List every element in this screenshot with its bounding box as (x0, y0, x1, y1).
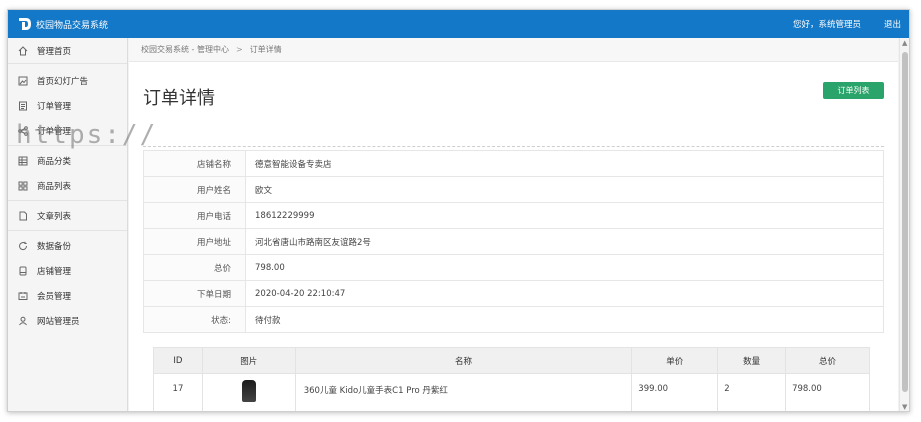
sidebar-item-articles[interactable]: 文章列表 (8, 203, 127, 228)
sidebar-item-label: 商品列表 (37, 181, 72, 192)
cell-total: 798.00 (785, 373, 870, 411)
info-label: 状态: (143, 306, 246, 333)
scroll-thumb[interactable] (902, 52, 908, 392)
sidebar-item-home[interactable]: 管理首页 (8, 38, 127, 64)
product-thumbnail[interactable] (241, 380, 256, 402)
cell-name: 360儿童 Kido儿童手表C1 Pro 丹紫红 (294, 373, 633, 411)
document-icon (19, 211, 27, 220)
breadcrumb-current: 订单详情 (249, 45, 282, 54)
refresh-icon (19, 241, 28, 250)
user-icon (19, 316, 27, 325)
column-header-name: 名称 (294, 347, 633, 374)
info-label: 用户电话 (143, 202, 246, 229)
greeting-text: 您好，系统管理员 (792, 20, 861, 30)
browser-frame: 校园物品交易系统 您好，系统管理员 退出 管理首页 首页幻灯广告 订单管理 订单… (7, 9, 910, 412)
column-header-id: ID (153, 347, 203, 374)
sidebar-item-label: 文章列表 (37, 211, 72, 222)
sidebar-divider (8, 145, 127, 146)
column-header-total: 总价 (785, 347, 870, 374)
info-row: 下单日期 2020-04-20 22:10:47 (143, 280, 884, 307)
sidebar-item-label: 网站管理员 (37, 316, 80, 327)
info-value: 待付款 (245, 306, 884, 333)
info-value: 798.00 (245, 254, 884, 281)
info-value: 2020-04-20 22:10:47 (245, 280, 884, 307)
grid-icon (18, 181, 28, 191)
member-card-icon (18, 291, 28, 300)
sidebar-item-label: 数据备份 (37, 241, 72, 252)
info-row: 店铺名称 德意智能设备专卖店 (143, 150, 884, 177)
sidebar-item-backup[interactable]: 数据备份 (8, 233, 127, 258)
order-items-table: ID 图片 名称 单价 数量 总价 17 360儿童 Kido儿童手表C1 Pr… (153, 347, 870, 411)
breadcrumb-separator: > (235, 45, 243, 54)
info-row: 总价 798.00 (143, 254, 884, 281)
table-row: 17 360儿童 Kido儿童手表C1 Pro 丹紫红 399.00 2 798… (153, 373, 870, 411)
sidebar-item-label: 管理首页 (37, 46, 72, 57)
sidebar-item-label: 店铺管理 (37, 266, 72, 277)
breadcrumb: 校园交易系统 - 管理中心 > 订单详情 (129, 38, 898, 62)
sidebar-divider (8, 230, 127, 231)
column-header-image: 图片 (201, 347, 296, 374)
info-value: 18612229999 (245, 202, 884, 229)
sidebar-item-orders[interactable]: 订单管理 (8, 93, 127, 118)
info-row: 用户姓名 欧文 (143, 176, 884, 203)
breadcrumb-root[interactable]: 校园交易系统 - 管理中心 (141, 44, 229, 55)
table-header-row: ID 图片 名称 单价 数量 总价 (153, 347, 870, 374)
order-list-button[interactable]: 订单列表 (823, 82, 884, 99)
cell-image (201, 373, 296, 411)
cell-id: 17 (153, 373, 203, 411)
sidebar-item-categories[interactable]: 商品分类 (8, 148, 127, 173)
category-icon (18, 156, 28, 165)
scroll-down-arrow-icon[interactable]: ▼ (902, 404, 907, 411)
column-header-unit-price: 单价 (631, 347, 719, 374)
sidebar-item-admins[interactable]: 网站管理员 (8, 308, 127, 333)
dashed-divider (143, 146, 884, 147)
main-content: 校园交易系统 - 管理中心 > 订单详情 订单详情 订单列表 店铺名称 德意智能… (129, 38, 898, 411)
store-icon (19, 266, 27, 275)
info-label: 用户姓名 (143, 176, 246, 203)
sidebar-item-slides[interactable]: 首页幻灯广告 (8, 68, 127, 93)
info-label: 下单日期 (143, 280, 246, 307)
info-row: 用户电话 18612229999 (143, 202, 884, 229)
sidebar-item-label: 商品分类 (37, 156, 72, 167)
info-label: 店铺名称 (143, 150, 246, 177)
logo-icon (19, 18, 31, 30)
sidebar-item-label: 订单管理 (37, 126, 72, 137)
sidebar-item-products[interactable]: 商品列表 (8, 173, 127, 198)
cell-quantity: 2 (717, 373, 787, 411)
sidebar: 管理首页 首页幻灯广告 订单管理 订单管理 商品分类 商品列表 文章列表 数据备… (8, 38, 128, 411)
sidebar-item-members[interactable]: 会员管理 (8, 283, 127, 308)
info-label: 用户地址 (143, 228, 246, 255)
home-icon (18, 45, 28, 55)
page-title: 订单详情 (143, 88, 215, 109)
column-header-quantity: 数量 (717, 347, 787, 374)
cell-unit-price: 399.00 (631, 373, 719, 411)
scroll-up-arrow-icon[interactable]: ▲ (902, 40, 907, 47)
sidebar-item-label: 订单管理 (37, 101, 72, 112)
vertical-scrollbar[interactable]: ▲ ▼ (899, 38, 909, 411)
share-icon (18, 125, 28, 136)
sidebar-item-label: 首页幻灯广告 (37, 76, 89, 87)
order-info-table: 店铺名称 德意智能设备专卖店 用户姓名 欧文 用户电话 18612229999 … (143, 150, 884, 333)
info-value: 德意智能设备专卖店 (245, 150, 884, 177)
sidebar-item-orders-2[interactable]: 订单管理 (8, 118, 127, 143)
sidebar-item-stores[interactable]: 店铺管理 (8, 258, 127, 283)
info-value: 河北省唐山市路南区友谊路2号 (245, 228, 884, 255)
logout-link[interactable]: 退出 (884, 18, 901, 30)
app-title: 校园物品交易系统 (36, 21, 109, 31)
order-list-icon (19, 101, 27, 110)
info-row: 用户地址 河北省唐山市路南区友谊路2号 (143, 228, 884, 255)
info-row: 状态: 待付款 (143, 306, 884, 333)
sidebar-item-label: 会员管理 (37, 291, 72, 302)
info-label: 总价 (143, 254, 246, 281)
sidebar-divider (8, 200, 127, 201)
top-bar: 校园物品交易系统 您好，系统管理员 退出 (8, 10, 909, 38)
image-icon (18, 76, 28, 85)
info-value: 欧文 (245, 176, 884, 203)
